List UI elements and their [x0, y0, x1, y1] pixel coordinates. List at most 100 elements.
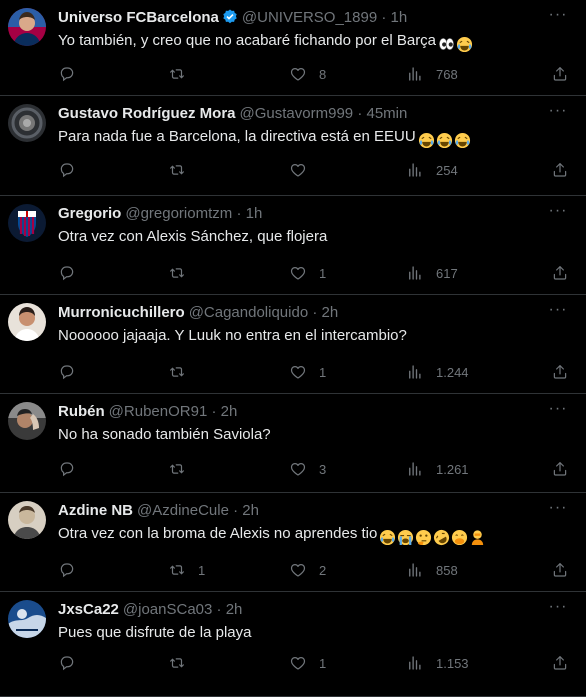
like-button[interactable]: 8 [289, 64, 326, 84]
tweet-text: Para nada fue a Barcelona, la directiva … [58, 126, 566, 151]
reply-button[interactable] [58, 560, 88, 580]
timestamp[interactable]: 2h [242, 502, 259, 519]
reply-button[interactable] [58, 64, 88, 84]
like-button[interactable] [289, 160, 319, 180]
avatar[interactable] [8, 104, 46, 142]
display-name[interactable]: Gustavo Rodríguez Mora [58, 105, 236, 122]
user-handle[interactable]: @RubenOR91 [109, 403, 208, 420]
views-button[interactable]: 1.244 [406, 362, 469, 382]
tweet[interactable]: Gregorio @gregoriomtzm · 1h ··· Otra vez … [0, 196, 586, 295]
more-options-icon[interactable]: ··· [548, 7, 568, 28]
tweet[interactable]: Murronicuchillero @Cagandoliquido · 2h ··… [0, 295, 586, 394]
tweet-actions: 1 617 [58, 263, 569, 283]
emoji-group [418, 129, 472, 151]
views-button[interactable]: 768 [406, 64, 458, 84]
reply-button[interactable] [58, 160, 88, 180]
retweet-button[interactable]: 1 [168, 560, 205, 580]
display-name[interactable]: JxsCa22 [58, 601, 119, 618]
user-handle[interactable]: @gregoriomtzm [125, 205, 232, 222]
display-name[interactable]: Gregorio [58, 205, 121, 222]
tweet-body: No ha sonado también Saviola? [58, 426, 271, 443]
like-count: 2 [319, 562, 327, 578]
retweet-button[interactable] [168, 459, 198, 479]
avatar[interactable] [8, 402, 46, 440]
more-options-icon[interactable]: ··· [548, 500, 568, 521]
like-button[interactable]: 1 [289, 362, 326, 382]
separator-dot: · [312, 304, 318, 321]
timestamp[interactable]: 2h [322, 304, 339, 321]
reply-button[interactable] [58, 263, 88, 283]
timestamp[interactable]: 45min [366, 105, 407, 122]
tweet[interactable]: JxsCa22 @joanSCa03 · 2h ··· Pues que disf… [0, 592, 586, 697]
retweet-icon [170, 69, 184, 79]
more-options-icon[interactable]: ··· [548, 103, 568, 124]
retweet-button[interactable] [168, 362, 198, 382]
more-options-icon[interactable]: ··· [548, 203, 568, 224]
tweet[interactable]: Gustavo Rodríguez Mora @Gustavorm999 · 45… [0, 96, 586, 196]
separator-dot: · [216, 601, 222, 618]
tweet[interactable]: Azdine NB @AzdineCule · 2h ··· Otra vez c… [0, 493, 586, 592]
joy-emoji-icon [379, 529, 396, 546]
reply-button[interactable] [58, 653, 88, 673]
retweet-icon [170, 268, 184, 278]
retweet-button[interactable] [168, 263, 198, 283]
user-handle[interactable]: @AzdineCule [137, 502, 229, 519]
avatar[interactable] [8, 303, 46, 341]
user-handle[interactable]: @Gustavorm999 [240, 105, 354, 122]
display-name[interactable]: Azdine NB [58, 502, 133, 519]
like-button[interactable]: 1 [289, 653, 326, 673]
display-name[interactable]: Universo FCBarcelona [58, 9, 219, 26]
tweet-text: Yo también, y creo que no acabaré fichan… [58, 30, 566, 55]
display-name[interactable]: Rubén [58, 403, 105, 420]
display-name[interactable]: Murronicuchillero [58, 304, 185, 321]
reply-button[interactable] [58, 362, 88, 382]
timestamp[interactable]: 2h [221, 403, 238, 420]
share-button[interactable] [551, 362, 569, 382]
timestamp[interactable]: 1h [391, 9, 408, 26]
retweet-button[interactable] [168, 64, 198, 84]
more-options-icon[interactable]: ··· [548, 302, 568, 323]
views-button[interactable]: 1.261 [406, 459, 469, 479]
avatar[interactable] [8, 600, 46, 638]
retweet-button[interactable] [168, 653, 198, 673]
tweet-header: Gustavo Rodríguez Mora @Gustavorm999 · 45… [58, 104, 546, 124]
tweet-actions: 254 [58, 160, 569, 180]
more-options-icon[interactable]: ··· [548, 401, 568, 422]
avatar[interactable] [8, 501, 46, 539]
like-count: 1 [319, 655, 327, 671]
avatar[interactable] [8, 204, 46, 242]
views-button[interactable]: 617 [406, 263, 458, 283]
share-button[interactable] [551, 459, 569, 479]
retweet-button[interactable] [168, 160, 198, 180]
timestamp[interactable]: 2h [226, 601, 243, 618]
views-button[interactable]: 254 [406, 160, 458, 180]
share-button[interactable] [551, 560, 569, 580]
reply-icon [60, 67, 74, 82]
retweet-icon [170, 658, 184, 668]
views-button[interactable]: 858 [406, 560, 458, 580]
separator-dot: · [357, 105, 363, 122]
tweet[interactable]: Rubén @RubenOR91 · 2h ··· No ha sonado ta… [0, 394, 586, 493]
views-count: 858 [436, 562, 458, 578]
avatar[interactable] [8, 8, 46, 46]
like-button[interactable]: 1 [289, 263, 326, 283]
user-handle[interactable]: @Cagandoliquido [189, 304, 308, 321]
share-button[interactable] [551, 64, 569, 84]
like-icon [290, 267, 306, 280]
more-options-icon[interactable]: ··· [548, 599, 568, 620]
tweet-text: Pues que disfrute de la playa [58, 622, 566, 644]
user-handle[interactable]: @joanSCa03 [123, 601, 212, 618]
share-button[interactable] [551, 263, 569, 283]
reply-button[interactable] [58, 459, 88, 479]
share-button[interactable] [551, 160, 569, 180]
share-button[interactable] [551, 653, 569, 673]
timestamp[interactable]: 1h [246, 205, 263, 222]
like-button[interactable]: 3 [289, 459, 326, 479]
user-handle[interactable]: @UNIVERSO_1899 [242, 9, 377, 26]
views-icon [409, 656, 421, 670]
share-icon [553, 563, 567, 577]
like-button[interactable]: 2 [289, 560, 326, 580]
views-button[interactable]: 1.153 [406, 653, 469, 673]
retweet-icon [170, 165, 184, 175]
tweet[interactable]: Universo FCBarcelona @UNIVERSO_1899 · 1h … [0, 0, 586, 96]
